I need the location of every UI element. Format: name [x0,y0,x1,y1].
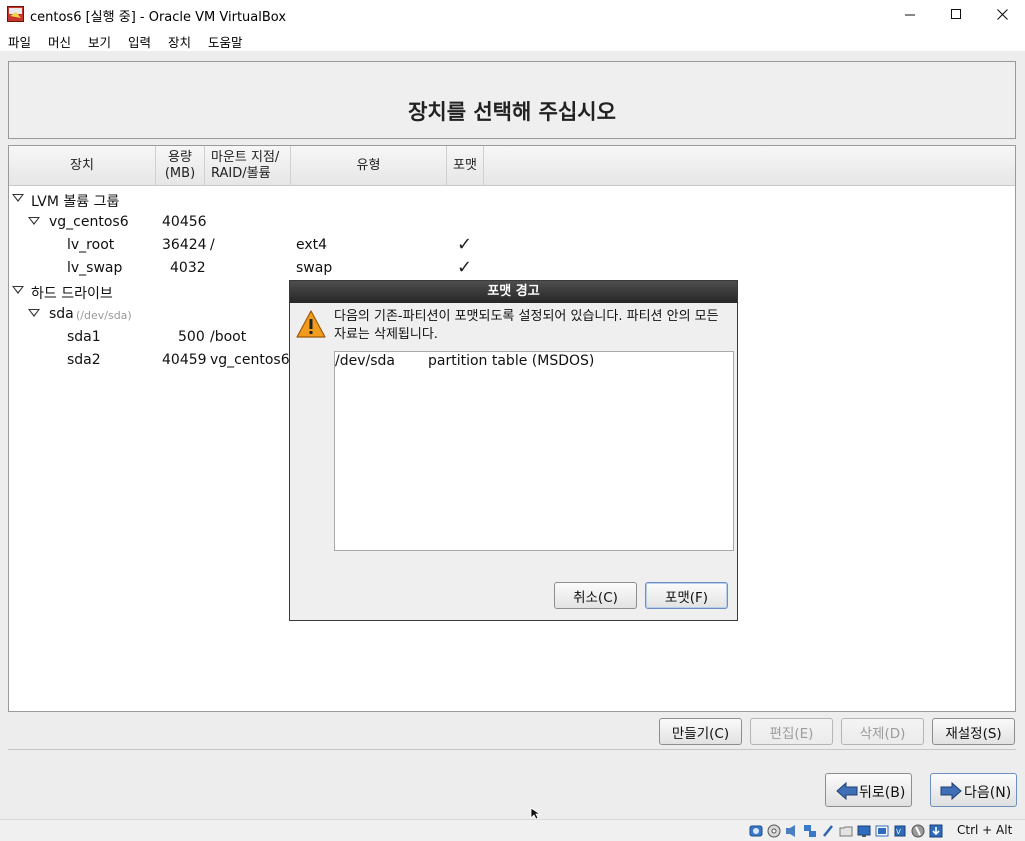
device-name: lv_root [67,237,115,253]
expander-icon[interactable] [12,286,24,294]
device-type: swap [296,260,333,276]
column-device[interactable]: 장치 [9,146,156,186]
separator [8,749,1016,750]
arrow-left-icon [836,782,858,800]
display-icon[interactable] [857,824,871,838]
close-icon [996,9,1008,20]
minimize-button[interactable] [887,0,933,29]
video-capture-icon[interactable] [875,824,889,838]
tree-row[interactable]: vg_centos6 40456 [9,211,1015,234]
menubar: 파일 머신 보기 입력 장치 도움말 [0,29,1025,51]
device-size: 40459 [162,352,207,368]
dialog-title: 포맷 경고 [290,281,737,303]
menu-machine[interactable]: 머신 [48,32,71,51]
mouse-integration-icon[interactable] [911,824,925,838]
maximize-button[interactable] [933,0,979,29]
device-type: ext4 [296,237,328,253]
shared-folder-icon[interactable] [839,824,853,838]
format-button[interactable]: 포맷(F) [645,582,728,609]
next-label: 다음(N) [964,785,1012,801]
expander-icon[interactable] [12,194,24,202]
back-label: 뒤로(B) [859,785,906,801]
cancel-button[interactable]: 취소(C) [554,582,637,609]
menu-view[interactable]: 보기 [88,32,111,51]
expander-icon[interactable] [28,309,40,317]
svg-text:V: V [896,828,901,836]
partition-device: /dev/sda [335,353,395,369]
device-name: vg_centos6 [49,214,129,230]
close-button[interactable] [979,0,1025,29]
menu-file[interactable]: 파일 [8,32,31,51]
maximize-icon [950,9,961,19]
tree-row[interactable]: lv_root 36424 / ext4 ✓ [9,234,1015,257]
partition-description: partition table (MSDOS) [428,353,595,369]
device-mount: / [210,237,215,253]
column-header: 장치 용량 (MB) 마운트 지점/ RAID/볼륨 유형 포맷 [9,146,1015,186]
installer-header: 장치를 선택해 주십시오 [8,61,1016,139]
device-size: 500 [178,329,205,345]
device-name: sda2 [67,352,101,368]
format-check-icon: ✓ [457,257,473,278]
expander-icon[interactable] [28,217,40,225]
device-size: 36424 [162,237,207,253]
menu-devices[interactable]: 장치 [168,32,191,51]
device-name: sda1 [67,329,101,345]
window-titlebar: centos6 [실행 중] - Oracle VM VirtualBox [0,0,1025,29]
device-size: 40456 [162,214,207,230]
create-button[interactable]: 만들기(C) [659,718,742,745]
edit-button[interactable]: 편집(E) [750,718,833,745]
window-title: centos6 [실행 중] - Oracle VM VirtualBox [30,10,287,25]
device-name: lv_swap [67,260,123,276]
format-check-icon: ✓ [457,234,473,255]
warning-icon [296,310,326,338]
guest-screen: 장치를 선택해 주십시오 장치 용량 (MB) 마운트 지점/ RAID/볼륨 … [0,51,1025,819]
delete-button[interactable]: 삭제(D) [841,718,924,745]
partition-list[interactable]: /dev/sda partition table (MSDOS) [334,351,734,551]
format-warning-dialog: 포맷 경고 다음의 기존-파티션이 포맷되도록 설정되어 있습니다. 파티션 안… [289,280,738,621]
next-button[interactable]: 다음(N) [930,773,1017,807]
host-key-arrow-icon [929,824,943,838]
hard-disk-icon[interactable] [749,824,763,838]
device-size: 4032 [170,260,206,276]
column-type[interactable]: 유형 [291,146,447,186]
host-key-label: Ctrl + Alt [957,823,1013,837]
dialog-message: 다음의 기존-파티션이 포맷되도록 설정되어 있습니다. 파티션 안의 모든 자… [334,309,719,342]
minimize-icon [904,14,915,16]
menu-input[interactable]: 입력 [128,32,151,51]
device-name: LVM 볼륨 그룹 [31,194,120,210]
device-name: 하드 드라이브 [31,286,113,302]
reset-button[interactable]: 재설정(S) [932,718,1015,745]
menu-help[interactable]: 도움말 [208,32,243,51]
column-size[interactable]: 용량 (MB) [156,146,205,186]
network-icon[interactable] [803,824,817,838]
back-button[interactable]: 뒤로(B) [825,773,912,807]
usb-icon[interactable] [821,824,835,838]
cpu-icon[interactable]: V [893,824,907,838]
optical-drive-icon[interactable] [767,824,781,838]
device-name: sda [49,306,74,322]
audio-icon[interactable] [785,824,799,838]
virtualbox-app-icon [7,6,24,22]
arrow-right-icon [940,782,962,800]
column-mount[interactable]: 마운트 지점/ RAID/볼륨 [205,146,291,186]
column-format[interactable]: 포맷 [447,146,484,186]
mouse-cursor-icon [530,807,542,819]
vbox-statusbar: V Ctrl + Alt [0,819,1025,841]
page-title: 장치를 선택해 주십시오 [408,100,616,124]
device-mount: vg_centos6 [210,352,290,368]
tree-row[interactable]: LVM 볼륨 그룹 [9,188,1015,211]
device-path: (/dev/sda) [76,309,132,322]
tree-row[interactable]: lv_swap 4032 swap ✓ [9,257,1015,280]
device-mount: /boot [210,329,247,345]
